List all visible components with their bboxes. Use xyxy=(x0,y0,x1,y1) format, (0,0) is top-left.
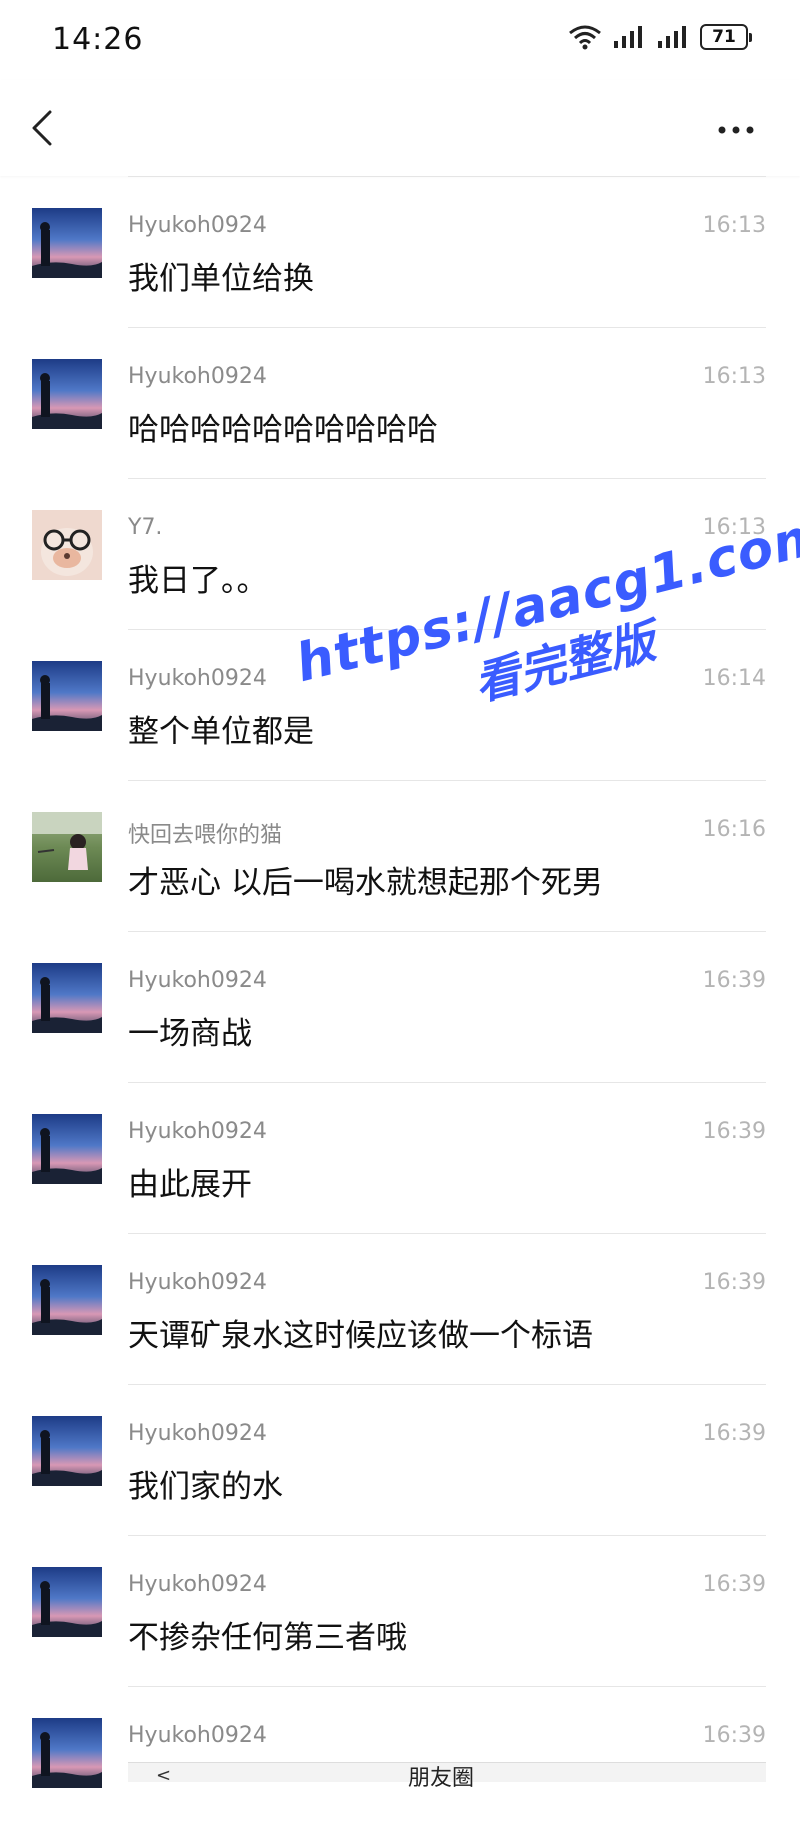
message-text: 我们家的水 xyxy=(128,1469,283,1505)
avatar[interactable] xyxy=(32,1416,102,1486)
avatar[interactable] xyxy=(32,208,102,278)
message-time: 16:39 xyxy=(702,1572,766,1597)
message-time: 16:39 xyxy=(702,1421,766,1446)
message-item[interactable]: Hyukoh0924 16:13 哈哈哈哈哈哈哈哈哈哈 xyxy=(0,328,800,479)
avatar[interactable] xyxy=(32,1567,102,1637)
message-text: 整个单位都是 xyxy=(128,714,314,750)
sender-name: Hyukoh0924 xyxy=(128,968,267,993)
avatar[interactable] xyxy=(32,510,102,580)
message-item[interactable]: Hyukoh0924 16:13 我们单位给换 xyxy=(0,177,800,328)
message-time: 16:14 xyxy=(702,666,766,691)
embedded-moments-header[interactable]: < 朋友圈 xyxy=(128,1762,766,1791)
chevron-left-icon xyxy=(32,110,52,146)
more-button[interactable] xyxy=(708,104,764,152)
back-button[interactable] xyxy=(20,104,68,152)
sender-name: Y7. xyxy=(128,515,163,540)
snippet-title: 朋友圈 xyxy=(408,1766,475,1791)
avatar[interactable] xyxy=(32,1114,102,1184)
message-time: 16:39 xyxy=(702,968,766,993)
sender-name: Hyukoh0924 xyxy=(128,1723,267,1748)
avatar[interactable] xyxy=(32,963,102,1033)
message-time: 16:39 xyxy=(702,1270,766,1295)
message-time: 16:16 xyxy=(702,817,766,842)
message-text: 我日了。。 xyxy=(128,563,268,599)
sender-name: Hyukoh0924 xyxy=(128,364,267,389)
sender-name: Hyukoh0924 xyxy=(128,666,267,691)
avatar[interactable] xyxy=(32,359,102,429)
message-item[interactable]: 快回去喂你的猫 16:16 才恶心 以后一喝水就想起那个死男 xyxy=(0,781,800,932)
message-item[interactable]: Hyukoh0924 16:39 不掺杂任何第三者哦 xyxy=(0,1536,800,1687)
nav-bar xyxy=(0,80,800,176)
battery-level: 71 xyxy=(712,27,736,47)
sender-name: Hyukoh0924 xyxy=(128,1572,267,1597)
message-text: 不掺杂任何第三者哦 xyxy=(128,1620,407,1656)
message-time: 16:13 xyxy=(702,364,766,389)
avatar[interactable] xyxy=(32,1265,102,1335)
status-icons: 71 xyxy=(568,24,752,50)
avatar[interactable] xyxy=(32,812,102,882)
signal-icon-2 xyxy=(658,26,686,48)
more-dots-icon xyxy=(718,126,754,134)
status-bar: 14:26 71 xyxy=(0,0,800,80)
sender-name: 快回去喂你的猫 xyxy=(128,823,283,848)
message-text: 由此展开 xyxy=(128,1167,252,1203)
message-text: 哈哈哈哈哈哈哈哈哈哈 xyxy=(128,412,438,448)
message-text: 我们单位给换 xyxy=(128,261,314,297)
sender-name: Hyukoh0924 xyxy=(128,213,267,238)
message-item[interactable]: Hyukoh0924 16:39 天谭矿泉水这时候应该做一个标语 xyxy=(0,1234,800,1385)
sender-name: Hyukoh0924 xyxy=(128,1119,267,1144)
status-time: 14:26 xyxy=(52,22,144,57)
message-list[interactable]: Hyukoh0924 16:13 我们单位给换 Hyukoh0924 16:13… xyxy=(0,177,800,1838)
message-time: 16:39 xyxy=(702,1119,766,1144)
message-item[interactable]: Hyukoh0924 16:39 一场商战 xyxy=(0,932,800,1083)
message-text: 一场商战 xyxy=(128,1016,252,1052)
message-time: 16:13 xyxy=(702,213,766,238)
snippet-back-icon[interactable]: < xyxy=(156,1765,171,1786)
wifi-icon xyxy=(569,25,601,50)
message-text: 才恶心 以后一喝水就想起那个死男 xyxy=(128,865,603,901)
sender-name: Hyukoh0924 xyxy=(128,1270,267,1295)
message-item[interactable]: Hyukoh0924 16:39 由此展开 xyxy=(0,1083,800,1234)
avatar[interactable] xyxy=(32,661,102,731)
battery-icon: 71 xyxy=(700,24,752,50)
message-time: 16:39 xyxy=(702,1723,766,1748)
avatar[interactable] xyxy=(32,1718,102,1788)
sender-name: Hyukoh0924 xyxy=(128,1421,267,1446)
signal-icon xyxy=(614,26,642,48)
message-text: 天谭矿泉水这时候应该做一个标语 xyxy=(128,1318,593,1354)
message-item[interactable]: Hyukoh0924 16:39 我们家的水 xyxy=(0,1385,800,1536)
